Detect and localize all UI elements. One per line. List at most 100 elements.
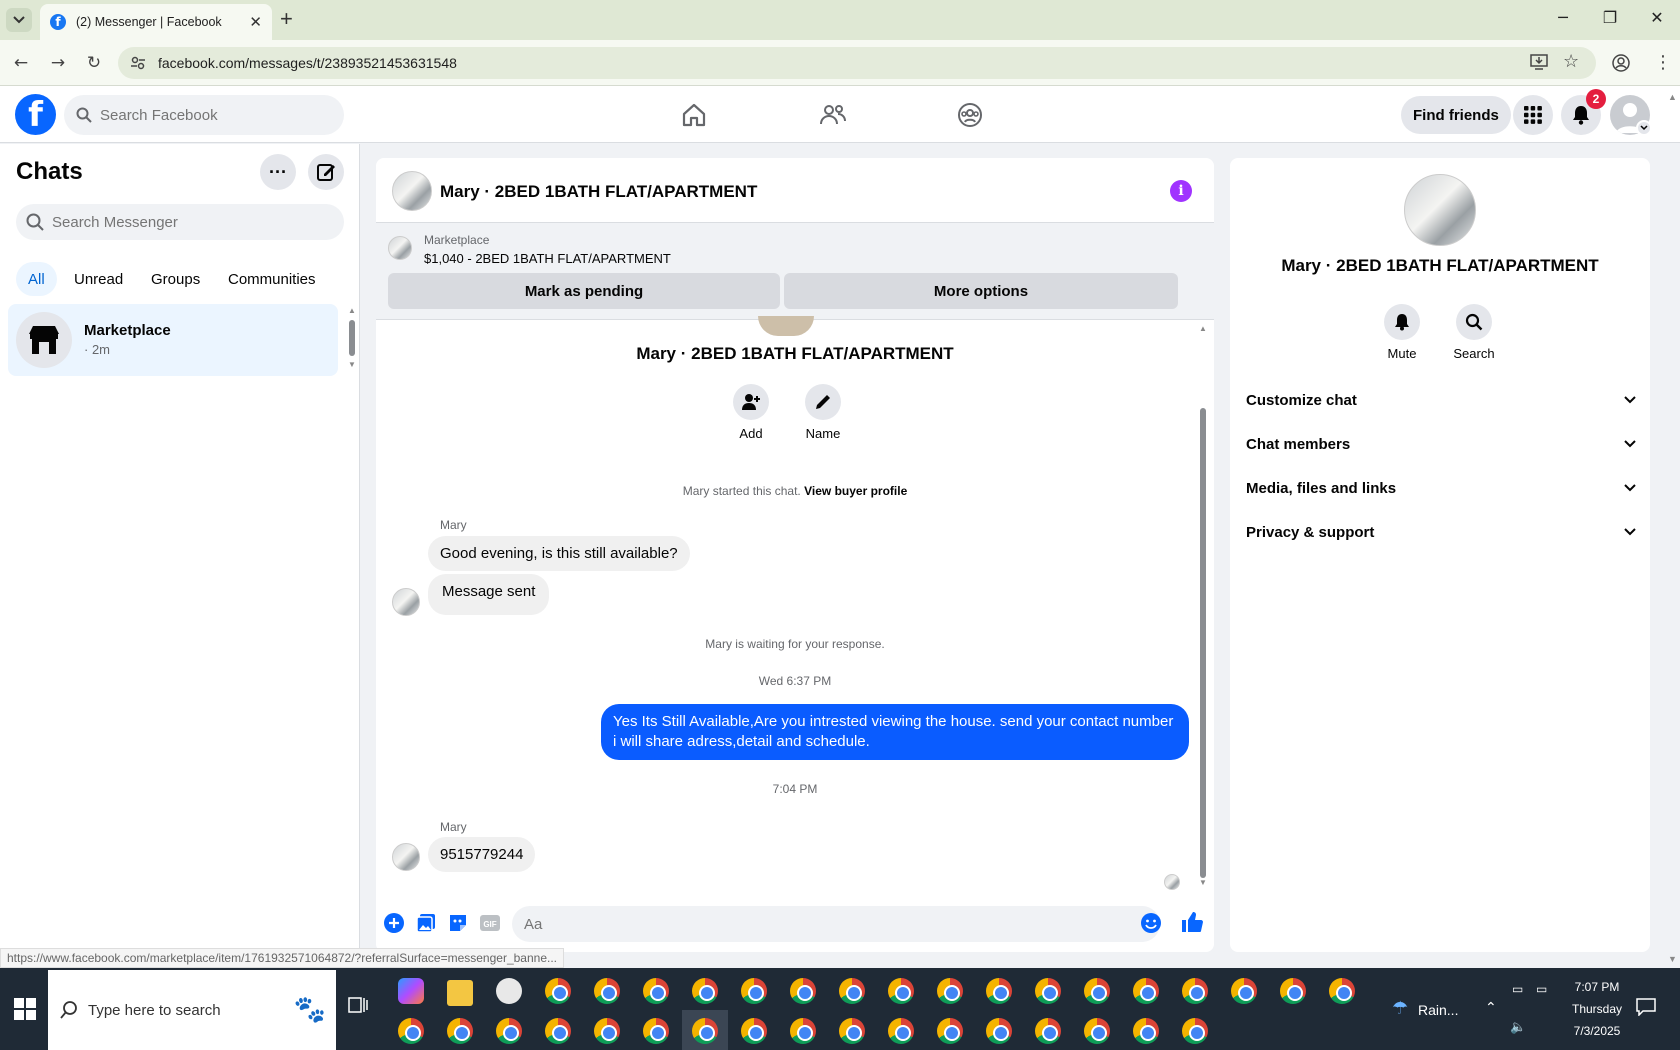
chrome-icon[interactable]: [692, 1018, 718, 1044]
copilot-app-icon[interactable]: [398, 978, 424, 1004]
chat-scrollbar[interactable]: [1200, 408, 1206, 878]
message-input[interactable]: [512, 906, 1160, 942]
gif-icon[interactable]: GIF: [479, 912, 501, 934]
edit-name-action[interactable]: Name: [788, 384, 858, 441]
chrome-icon[interactable]: [888, 1018, 914, 1044]
chrome-icon[interactable]: [692, 978, 718, 1004]
sticker-icon[interactable]: [447, 912, 469, 934]
mute-action[interactable]: Mute: [1372, 304, 1432, 361]
incoming-message[interactable]: Good evening, is this still available?: [428, 536, 690, 571]
facebook-logo[interactable]: f: [15, 94, 56, 135]
minimize-button[interactable]: ─: [1548, 8, 1578, 27]
listing-price-title[interactable]: $1,040 - 2BED 1BATH FLAT/APARTMENT: [424, 251, 671, 266]
info-icon[interactable]: i: [1170, 180, 1192, 202]
chrome-icon[interactable]: [1231, 978, 1257, 1004]
chrome-icon[interactable]: [594, 1018, 620, 1044]
more-options-button[interactable]: More options: [784, 273, 1178, 309]
chrome-icon[interactable]: [790, 978, 816, 1004]
facebook-search-input[interactable]: [100, 106, 320, 124]
windows-start-button[interactable]: [10, 994, 40, 1024]
view-buyer-profile-link[interactable]: View buyer profile: [804, 484, 907, 498]
customize-chat-row[interactable]: Customize chat: [1246, 378, 1636, 422]
chrome-icon[interactable]: [1035, 1018, 1061, 1044]
account-menu-chevron-icon[interactable]: [1636, 120, 1652, 136]
reload-button[interactable]: ↻: [83, 52, 105, 74]
chrome-icon[interactable]: [741, 1018, 767, 1044]
messenger-search-input[interactable]: [52, 213, 251, 231]
facebook-search-box[interactable]: [64, 95, 344, 135]
weather-umbrella-icon[interactable]: ☂: [1392, 998, 1408, 1019]
sidebar-scroll-down-icon[interactable]: ▼: [348, 360, 356, 369]
chrome-icon[interactable]: [643, 978, 669, 1004]
filter-groups[interactable]: Groups: [139, 262, 212, 296]
incoming-message[interactable]: Message sent: [428, 574, 550, 615]
chrome-icon[interactable]: [1280, 978, 1306, 1004]
conversation-photo[interactable]: [1404, 174, 1476, 246]
chrome-icon[interactable]: [839, 1018, 865, 1044]
chrome-icon[interactable]: [1084, 1018, 1110, 1044]
chrome-icon[interactable]: [1084, 978, 1110, 1004]
volume-icon[interactable]: 🔈: [1510, 1020, 1526, 1035]
forward-button[interactable]: →: [47, 52, 69, 74]
find-friends-button[interactable]: Find friends: [1401, 96, 1511, 134]
groups-nav-icon[interactable]: [953, 98, 987, 132]
home-nav-icon[interactable]: [677, 98, 711, 132]
site-info-icon[interactable]: [130, 55, 146, 71]
chrome-icon[interactable]: [937, 978, 963, 1004]
chrome-icon[interactable]: [643, 1018, 669, 1044]
new-message-button[interactable]: [308, 154, 344, 190]
bookmark-star-icon[interactable]: ☆: [1563, 51, 1579, 72]
thumbs-up-icon[interactable]: [1180, 910, 1203, 932]
chrome-icon[interactable]: [545, 1018, 571, 1044]
chrome-icon[interactable]: [1182, 978, 1208, 1004]
filter-unread[interactable]: Unread: [62, 262, 135, 296]
install-app-icon[interactable]: [1530, 54, 1548, 70]
outgoing-message[interactable]: Yes Its Still Available,Are you intreste…: [601, 704, 1189, 760]
back-button[interactable]: ←: [10, 52, 32, 74]
file-explorer-icon[interactable]: [447, 980, 473, 1006]
listing-thumbnail[interactable]: [392, 171, 432, 211]
chrome-icon[interactable]: [594, 978, 620, 1004]
friends-nav-icon[interactable]: [816, 98, 850, 132]
chrome-icon[interactable]: [1133, 978, 1159, 1004]
tab-search-button[interactable]: [6, 8, 32, 32]
chrome-icon[interactable]: [1329, 978, 1355, 1004]
conversation-title[interactable]: Mary · 2BED 1BATH FLAT/APARTMENT: [440, 182, 757, 202]
chrome-icon[interactable]: [986, 978, 1012, 1004]
chat-scroll-up-icon[interactable]: ▲: [1199, 324, 1207, 333]
privacy-support-row[interactable]: Privacy & support: [1246, 510, 1636, 554]
chats-options-button[interactable]: ···: [260, 154, 296, 190]
page-scroll-down-icon[interactable]: ▼: [1668, 954, 1677, 964]
messenger-search-box[interactable]: [16, 204, 344, 240]
chrome-icon[interactable]: [1133, 1018, 1159, 1044]
new-tab-button[interactable]: +: [280, 8, 293, 30]
menu-grid-button[interactable]: [1513, 95, 1553, 135]
emoji-icon[interactable]: [1140, 912, 1162, 934]
show-hidden-icons-chevron-icon[interactable]: ⌃: [1485, 1000, 1497, 1016]
page-scroll-up-icon[interactable]: ▲: [1668, 92, 1677, 102]
sender-avatar[interactable]: [392, 588, 420, 616]
chrome-icon[interactable]: [937, 1018, 963, 1044]
sidebar-scrollbar[interactable]: [349, 320, 355, 356]
address-bar[interactable]: facebook.com/messages/t/2389352145363154…: [118, 47, 1596, 79]
browser-tab[interactable]: f (2) Messenger | Facebook ✕: [40, 4, 272, 40]
chrome-icon[interactable]: [1182, 1018, 1208, 1044]
mark-as-pending-button[interactable]: Mark as pending: [388, 273, 780, 309]
incoming-message[interactable]: 9515779244: [428, 837, 536, 872]
chrome-icon[interactable]: [398, 1018, 424, 1044]
task-view-icon[interactable]: [348, 996, 368, 1014]
filter-all[interactable]: All: [16, 262, 57, 296]
close-window-button[interactable]: ✕: [1642, 8, 1672, 27]
system-clock[interactable]: 7:07 PM Thursday 7/3/2025: [1552, 976, 1642, 1042]
filter-communities[interactable]: Communities: [216, 262, 328, 296]
chrome-icon[interactable]: [545, 978, 571, 1004]
search-in-conversation-action[interactable]: Search: [1444, 304, 1504, 361]
chrome-icon[interactable]: [790, 1018, 816, 1044]
chrome-icon[interactable]: [447, 1018, 473, 1044]
photo-icon[interactable]: [415, 912, 437, 934]
chrome-icon[interactable]: [986, 1018, 1012, 1044]
close-tab-icon[interactable]: ✕: [249, 13, 262, 31]
meet-now-icon[interactable]: ▭: [1512, 982, 1523, 996]
chat-list-item-marketplace[interactable]: Marketplace · 2m: [8, 304, 338, 376]
chat-members-row[interactable]: Chat members: [1246, 422, 1636, 466]
